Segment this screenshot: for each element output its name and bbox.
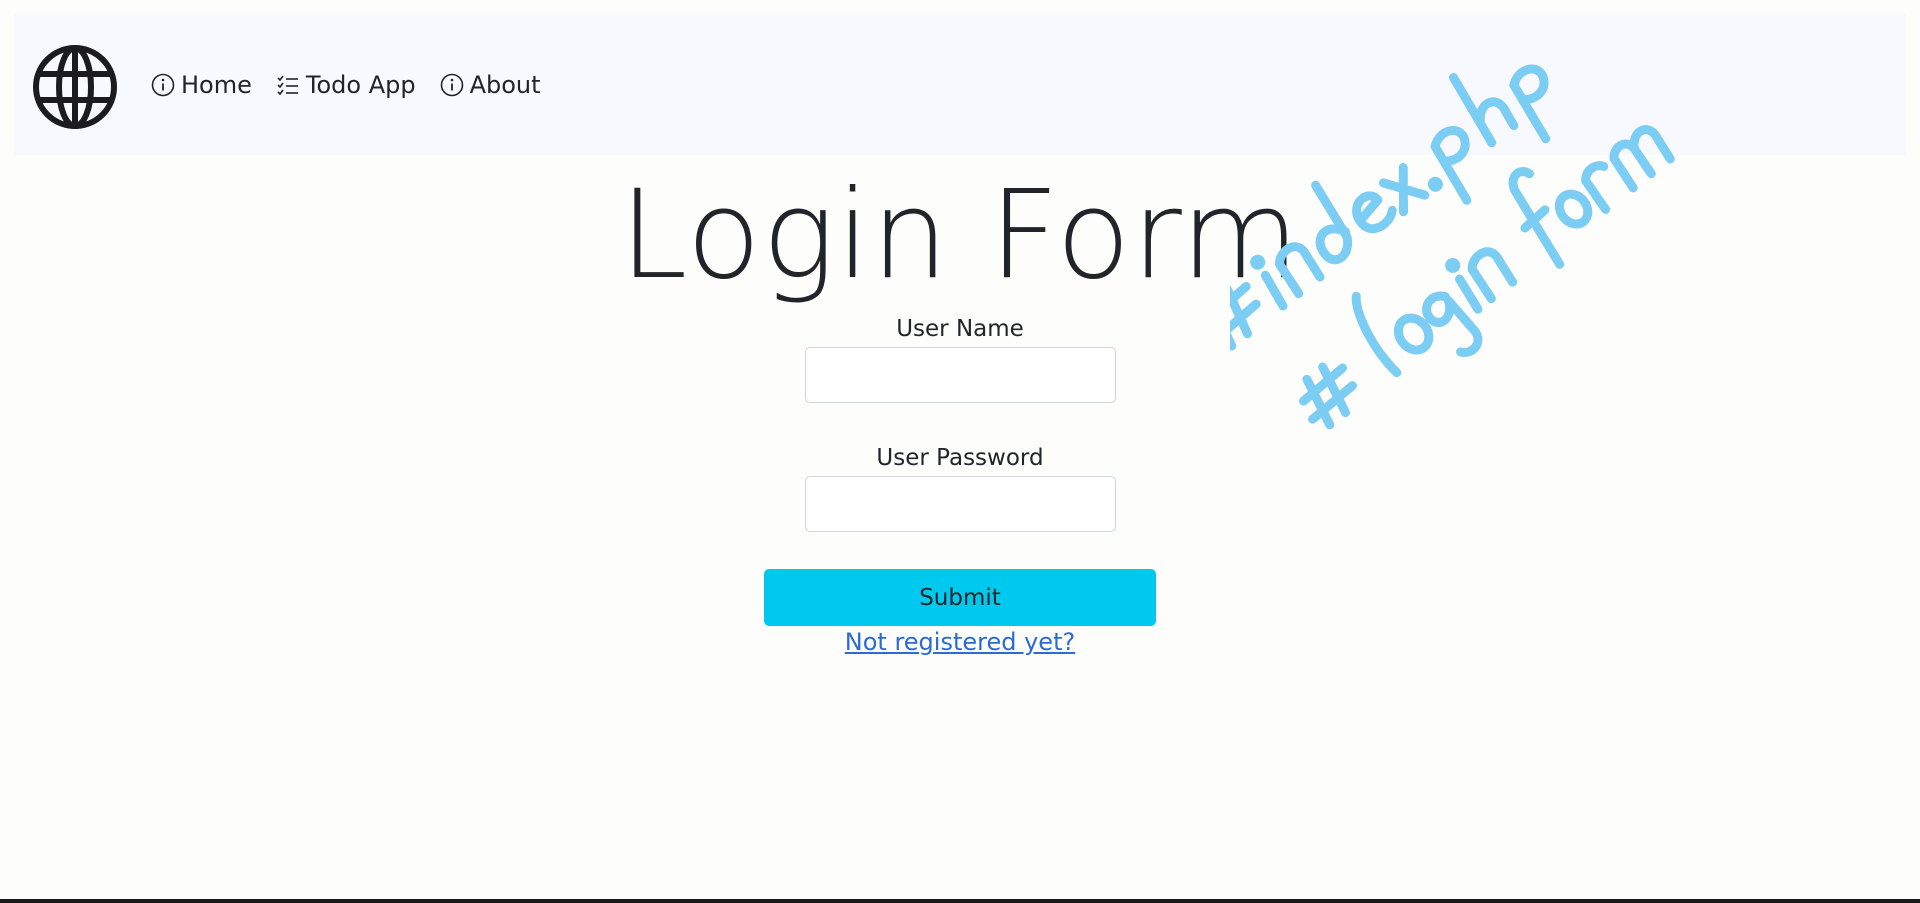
nav-link-about-label: About xyxy=(469,70,541,99)
page: Home Todo App About Login Form User Name… xyxy=(0,0,1920,903)
nav-link-todo-app[interactable]: Todo App xyxy=(276,71,416,99)
nav-link-about[interactable]: About xyxy=(440,71,541,99)
nav-link-todo-app-label: Todo App xyxy=(305,70,416,99)
globe-icon[interactable] xyxy=(32,44,118,130)
password-input[interactable] xyxy=(805,476,1116,532)
nav-link-home-label: Home xyxy=(181,70,252,99)
username-input[interactable] xyxy=(805,347,1116,403)
submit-button[interactable]: Submit xyxy=(764,569,1156,626)
handwritten-annotation xyxy=(1200,30,1830,490)
bottom-border xyxy=(0,899,1920,903)
nav-links: Home Todo App About xyxy=(151,14,541,155)
register-link-wrapper: Not registered yet? xyxy=(0,628,1920,656)
info-circle-icon xyxy=(151,73,175,97)
list-check-icon xyxy=(276,73,300,97)
register-link[interactable]: Not registered yet? xyxy=(845,628,1075,656)
info-circle-icon xyxy=(440,73,464,97)
nav-link-home[interactable]: Home xyxy=(151,71,252,99)
